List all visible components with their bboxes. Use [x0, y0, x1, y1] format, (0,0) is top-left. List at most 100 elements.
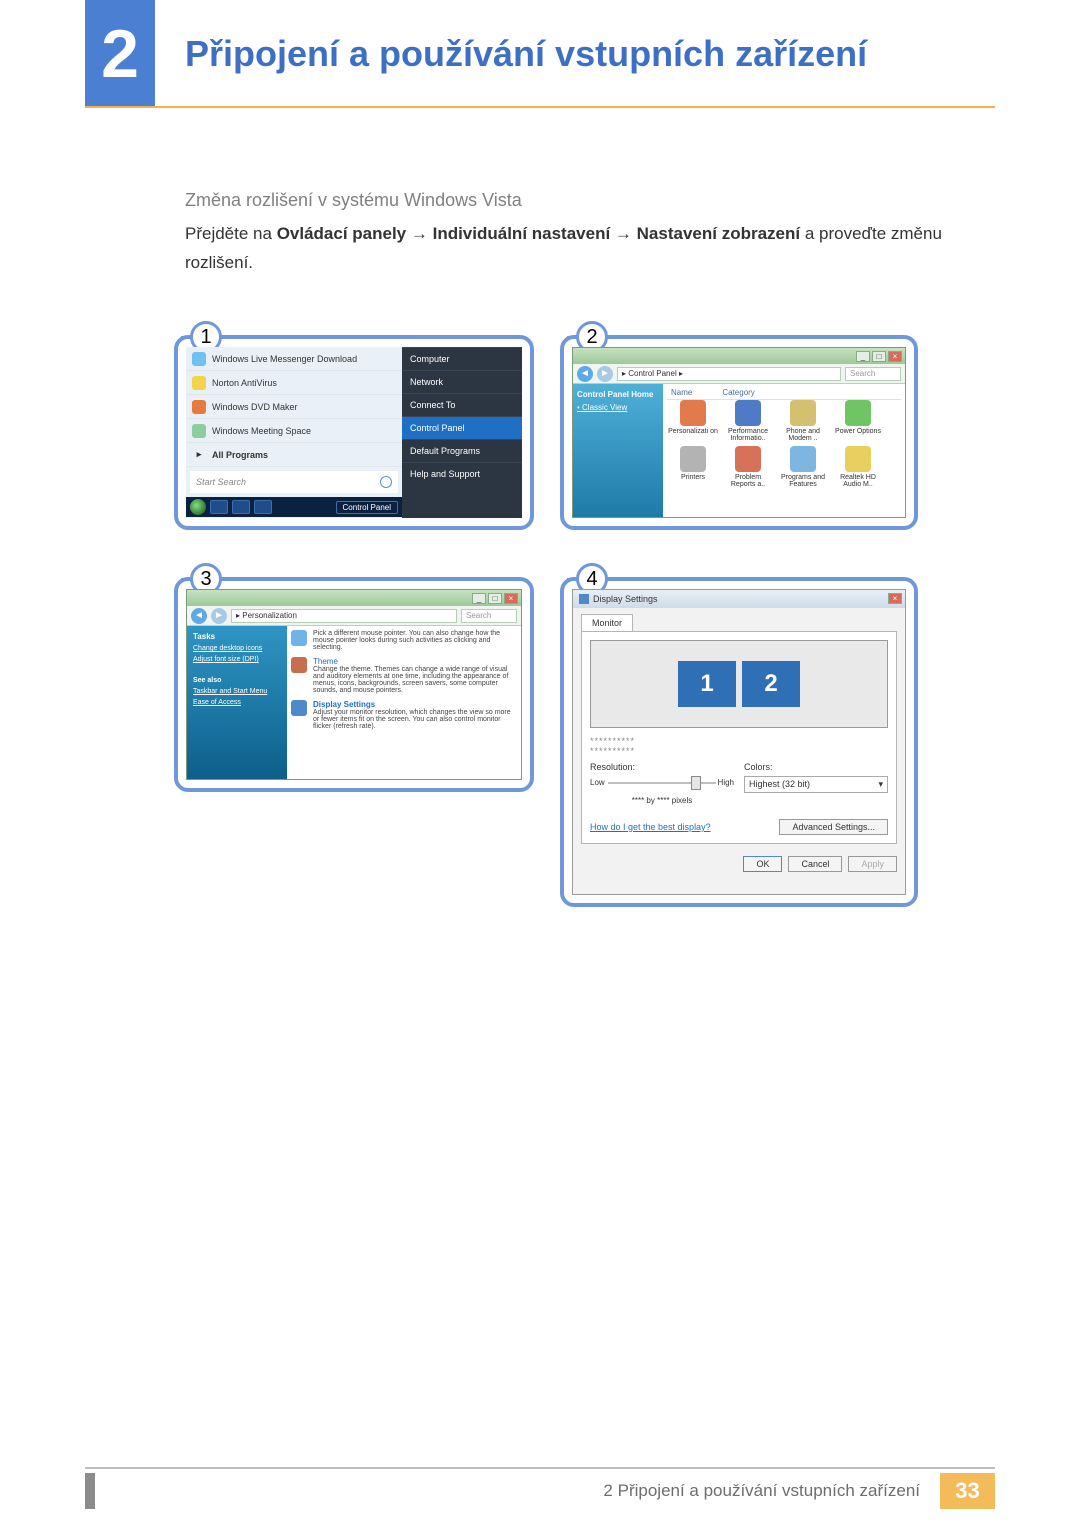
advanced-settings-button[interactable]: Advanced Settings... — [779, 819, 888, 835]
monitor-1[interactable]: 1 — [678, 661, 736, 707]
resolution-slider[interactable]: Low High — [590, 776, 734, 790]
monitor-tab[interactable]: Monitor — [581, 614, 633, 631]
search-field[interactable]: Search — [461, 609, 517, 623]
cp-main: Name Category Personalizati on Performanc… — [663, 384, 905, 517]
dialog-icon — [579, 594, 589, 604]
app-icon — [192, 352, 206, 366]
start-right-control-panel[interactable]: Control Panel — [402, 416, 522, 439]
personalize-display-settings[interactable]: Display SettingsAdjust your monitor reso… — [291, 700, 517, 730]
start-right-item[interactable]: Default Programs — [402, 439, 522, 462]
colors-label: Colors: — [744, 762, 888, 772]
item-desc: Adjust your monitor resolution, which ch… — [313, 709, 517, 730]
start-right-item[interactable]: Help and Support — [402, 462, 522, 485]
minimize-button[interactable]: _ — [856, 351, 870, 362]
search-icon — [380, 476, 392, 488]
cp-item[interactable]: Realtek HD Audio M.. — [832, 446, 884, 488]
personalize-item[interactable]: ThemeChange the theme. Themes can change… — [291, 657, 517, 694]
help-link[interactable]: How do I get the best display? — [590, 822, 711, 832]
address-bar: ◄ ► ▸ Control Panel ▸ Search — [573, 364, 905, 384]
sidebar-link[interactable]: Change desktop icons — [193, 645, 281, 652]
label: Problem Reports a.. — [731, 474, 765, 488]
display-settings-dialog: Display Settings × Monitor 1 2 *********… — [572, 589, 906, 895]
taskbar-item[interactable] — [232, 500, 250, 514]
nav-step-3: Nastavení zobrazení — [637, 224, 800, 243]
footer-text: 2 Připojení a používání vstupních zaříze… — [603, 1481, 920, 1501]
sidebar-link[interactable]: Ease of Access — [193, 699, 281, 706]
sidebar-classic-view[interactable]: • Classic View — [577, 403, 659, 412]
all-programs[interactable]: ▸All Programs — [186, 443, 402, 467]
address-field[interactable]: ▸ Personalization — [231, 609, 457, 623]
start-menu-left: Windows Live Messenger Download Norton A… — [186, 347, 402, 518]
item-desc: Pick a different mouse pointer. You can … — [313, 630, 517, 651]
taskbar-item[interactable] — [210, 500, 228, 514]
programs-icon — [790, 446, 816, 472]
taskbar: Control Panel — [186, 497, 402, 517]
start-right-item[interactable]: Network — [402, 370, 522, 393]
monitor-2[interactable]: 2 — [742, 661, 800, 707]
sidebar-link[interactable]: Taskbar and Start Menu — [193, 688, 281, 695]
start-menu-item[interactable]: Windows Meeting Space — [186, 419, 402, 443]
address-field[interactable]: ▸ Control Panel ▸ — [617, 367, 841, 381]
cancel-button[interactable]: Cancel — [788, 856, 842, 872]
close-button[interactable]: × — [888, 351, 902, 362]
close-button[interactable]: × — [888, 593, 902, 604]
instruction-prefix: Přejděte na — [185, 224, 277, 243]
start-search-input[interactable]: Start Search — [190, 471, 398, 493]
search-field[interactable]: Search — [845, 367, 901, 381]
printers-icon — [680, 446, 706, 472]
cp-item[interactable]: Problem Reports a.. — [722, 446, 774, 488]
sidebar-link[interactable]: Adjust font size (DPI) — [193, 656, 281, 663]
ok-button[interactable]: OK — [743, 856, 782, 872]
dialog-titlebar: Display Settings × — [573, 590, 905, 608]
label: Power Options — [835, 428, 881, 435]
taskbar-control-panel[interactable]: Control Panel — [336, 501, 398, 514]
close-button[interactable]: × — [504, 593, 518, 604]
theme-icon — [291, 657, 307, 673]
masked-line: ********** — [590, 746, 888, 756]
forward-button[interactable]: ► — [597, 366, 613, 382]
personalization-main: Pick a different mouse pointer. You can … — [287, 626, 521, 779]
personalization-icon — [680, 400, 706, 426]
start-right-item[interactable]: Connect To — [402, 393, 522, 416]
col-name[interactable]: Name — [671, 388, 692, 397]
label: Windows Meeting Space — [212, 426, 311, 436]
forward-button[interactable]: ► — [211, 608, 227, 624]
label: Classic View — [582, 403, 627, 412]
slider-thumb[interactable] — [691, 776, 701, 790]
start-orb-icon[interactable] — [190, 499, 206, 515]
label: Windows Live Messenger Download — [212, 354, 357, 364]
personalize-item[interactable]: Pick a different mouse pointer. You can … — [291, 630, 517, 651]
cp-item-personalization[interactable]: Personalizati on — [667, 400, 719, 442]
address-bar: ◄ ► ▸ Personalization Search — [187, 606, 521, 626]
colors-select[interactable]: Highest (32 bit)▾ — [744, 776, 888, 793]
sidebar-home[interactable]: Control Panel Home — [577, 390, 659, 399]
cp-item[interactable]: Power Options — [832, 400, 884, 442]
step-1-panel: 1 Windows Live Messenger Download Norton… — [174, 335, 534, 530]
maximize-button[interactable]: □ — [488, 593, 502, 604]
app-icon — [192, 400, 206, 414]
start-menu-item[interactable]: Windows Live Messenger Download — [186, 347, 402, 371]
problem-reports-icon — [735, 446, 761, 472]
taskbar-item[interactable] — [254, 500, 272, 514]
label: Norton AntiVirus — [212, 378, 277, 388]
back-button[interactable]: ◄ — [191, 608, 207, 624]
cp-item[interactable]: Performance Informatio.. — [722, 400, 774, 442]
cp-item[interactable]: Printers — [667, 446, 719, 488]
back-button[interactable]: ◄ — [577, 366, 593, 382]
start-right-item[interactable]: Computer — [402, 347, 522, 370]
start-menu-item[interactable]: Norton AntiVirus — [186, 371, 402, 395]
label: Realtek HD Audio M.. — [840, 474, 876, 488]
address-text: Personalization — [242, 611, 297, 620]
minimize-button[interactable]: _ — [472, 593, 486, 604]
start-menu-item[interactable]: Windows DVD Maker — [186, 395, 402, 419]
nav-step-1: Ovládací panely — [277, 224, 406, 243]
maximize-button[interactable]: □ — [872, 351, 886, 362]
colors-value: Highest (32 bit) — [749, 779, 810, 790]
resolution-value: **** by **** pixels — [590, 796, 734, 805]
col-category[interactable]: Category — [722, 388, 754, 397]
apply-button[interactable]: Apply — [848, 856, 897, 872]
cp-item[interactable]: Programs and Features — [777, 446, 829, 488]
start-menu-right: Computer Network Connect To Control Pane… — [402, 347, 522, 518]
section-subtitle: Změna rozlišení v systému Windows Vista — [185, 190, 522, 211]
cp-item[interactable]: Phone and Modem .. — [777, 400, 829, 442]
